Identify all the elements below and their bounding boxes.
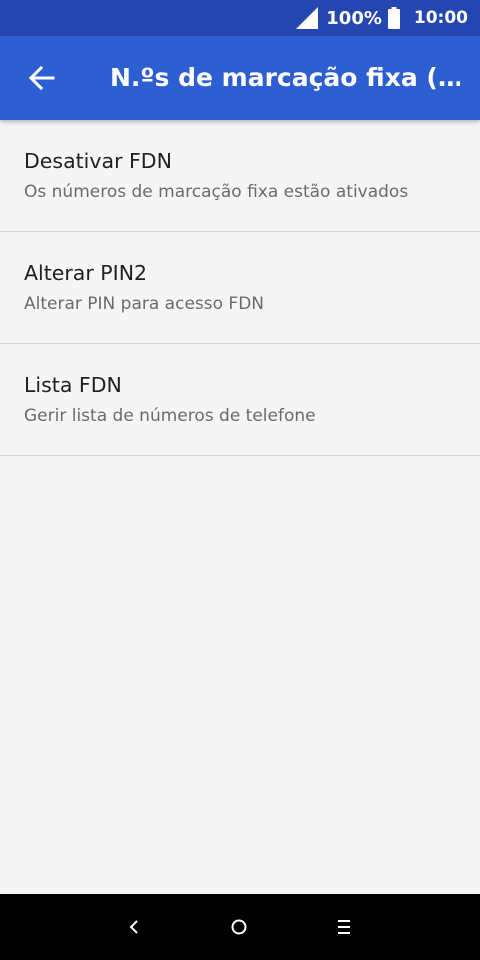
page-title: N.ºs de marcação fixa (… [110, 63, 460, 92]
nav-home-button[interactable] [222, 910, 256, 944]
app-bar: N.ºs de marcação fixa (… [0, 36, 480, 120]
settings-list: Desativar FDN Os números de marcação fix… [0, 120, 480, 456]
list-item-subtitle: Alterar PIN para acesso FDN [24, 294, 265, 314]
battery-icon [387, 7, 400, 29]
battery-percent: 100% [326, 7, 382, 29]
back-chevron-icon [129, 920, 138, 934]
list-item-title: Lista FDN [24, 373, 122, 397]
nav-menu-button[interactable] [327, 910, 361, 944]
list-item-fdn-list[interactable]: Lista FDN Gerir lista de números de tele… [0, 344, 480, 456]
signal-icon [296, 7, 319, 29]
status-indicators: 100% 10:00 [296, 0, 468, 36]
list-item-subtitle: Os números de marcação fixa estão ativad… [24, 182, 409, 202]
clock: 10:00 [413, 8, 468, 28]
arrow-left-icon [29, 65, 55, 91]
list-item-subtitle: Gerir lista de números de telefone [24, 406, 316, 426]
list-item-title: Desativar FDN [24, 149, 172, 173]
navigation-bar [0, 894, 480, 960]
nav-back-button[interactable] [117, 910, 151, 944]
back-button[interactable] [22, 58, 62, 98]
list-item-change-pin2[interactable]: Alterar PIN2 Alterar PIN para acesso FDN [0, 232, 480, 344]
home-circle-icon [231, 919, 247, 935]
status-bar: 100% 10:00 [0, 0, 480, 36]
list-item-disable-fdn[interactable]: Desativar FDN Os números de marcação fix… [0, 120, 480, 232]
menu-lines-icon [338, 920, 350, 934]
list-item-title: Alterar PIN2 [24, 261, 148, 285]
